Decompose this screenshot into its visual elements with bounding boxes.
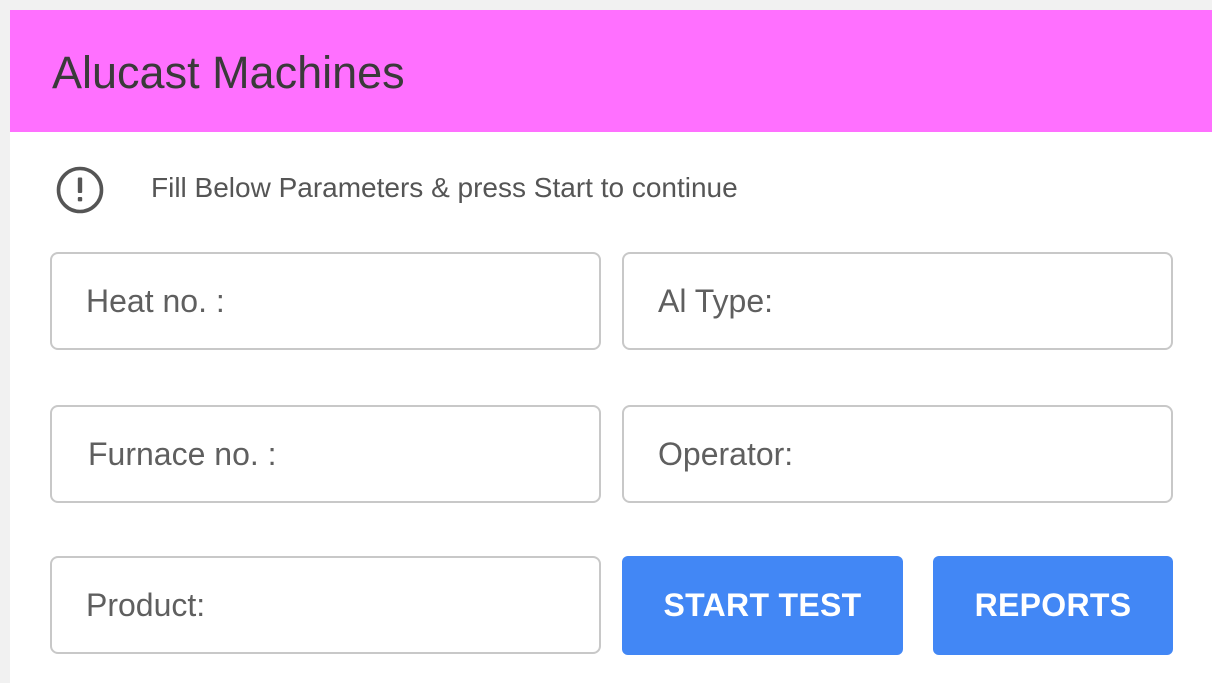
product-field[interactable] xyxy=(50,556,601,654)
info-circle-icon xyxy=(56,166,104,214)
furnace-no-input[interactable] xyxy=(52,407,599,501)
app-window: Alucast Machines Fill Below Parameters &… xyxy=(10,10,1212,683)
furnace-no-field[interactable] xyxy=(50,405,601,503)
instruction-text: Fill Below Parameters & press Start to c… xyxy=(151,172,738,203)
product-input[interactable] xyxy=(52,558,599,652)
al-type-input[interactable] xyxy=(624,254,1171,348)
app-header: Alucast Machines xyxy=(10,10,1212,132)
reports-button[interactable]: REPORTS xyxy=(933,556,1173,655)
heat-no-input[interactable] xyxy=(52,254,599,348)
app-title: Alucast Machines xyxy=(52,47,405,98)
start-test-button[interactable]: START TEST xyxy=(622,556,903,655)
operator-input[interactable] xyxy=(624,407,1171,501)
al-type-field[interactable] xyxy=(622,252,1173,350)
operator-field[interactable] xyxy=(622,405,1173,503)
heat-no-field[interactable] xyxy=(50,252,601,350)
